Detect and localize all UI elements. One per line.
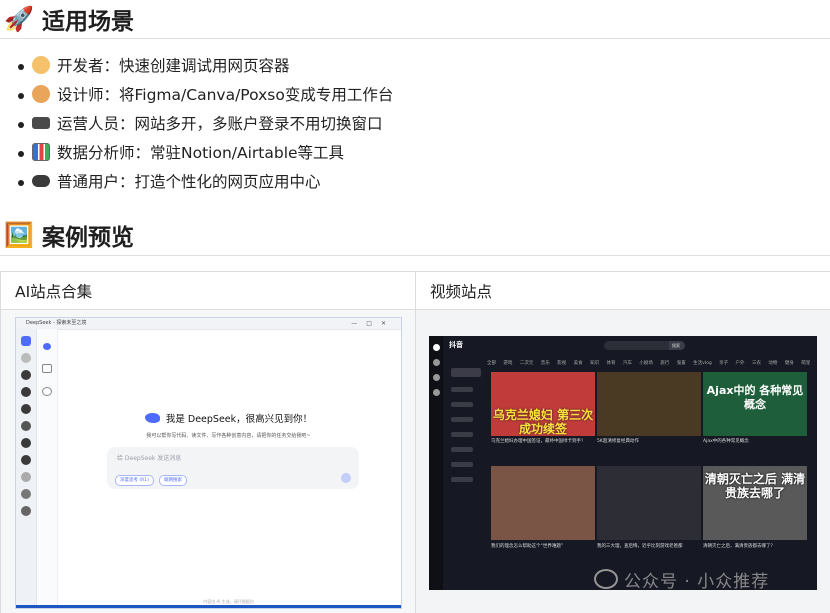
window-titlebar: DeepSeek - 探索未至之境 —□✕ bbox=[16, 318, 401, 330]
list-item: 普通用户：打造个性化的网页应用中心 bbox=[17, 168, 393, 197]
whale-logo-icon bbox=[43, 343, 51, 350]
list-item: 运营人员：网站多开，多账户登录不用切换窗口 bbox=[17, 110, 393, 139]
app-icon bbox=[432, 359, 440, 366]
video-title: 5K超清修复经典动作 bbox=[597, 439, 639, 444]
video-thumbnail bbox=[597, 466, 701, 540]
nav-item bbox=[451, 368, 481, 377]
list-item: 数据分析师：常驻Notion/Airtable等工具 bbox=[17, 139, 393, 168]
nav-item bbox=[451, 402, 473, 407]
video-thumbnail: 乌克兰媳妇 第三次成功续签 bbox=[491, 372, 595, 436]
app-icon bbox=[21, 387, 31, 397]
laptop-icon bbox=[32, 117, 50, 129]
nav-item bbox=[451, 477, 473, 482]
app-name: 抖音 bbox=[449, 341, 463, 349]
new-chat-icon bbox=[42, 387, 52, 396]
greeting-subtitle: 我可以帮你写代码、读文件、写作各种创意内容，请把你的任务交给我吧~ bbox=[146, 433, 311, 439]
window-controls-icon: —□✕ bbox=[351, 320, 395, 327]
app-icon bbox=[21, 455, 31, 465]
section-heading-scenarios: 🚀 适用场景 bbox=[4, 2, 134, 36]
nav-menu bbox=[443, 358, 485, 590]
app-icon bbox=[432, 374, 440, 381]
nav-item bbox=[451, 462, 473, 467]
nav-item bbox=[451, 447, 473, 452]
video-thumbnail bbox=[597, 372, 701, 436]
search-button: 搜索 bbox=[669, 341, 685, 350]
section-heading-preview: 🖼️ 案例预览 bbox=[4, 218, 134, 252]
video-title: 我的三大理，查后悔，近乎比刻游戏老爸都 bbox=[597, 544, 683, 549]
video-thumbnail: Ajax中的 各种常见 概念 bbox=[703, 372, 807, 436]
rocket-icon: 🚀 bbox=[4, 5, 34, 33]
app-sidebar bbox=[16, 329, 37, 608]
app-icon bbox=[21, 336, 31, 346]
section-title: 案例预览 bbox=[42, 225, 134, 251]
table-header-ai: AI站点合集 bbox=[1, 272, 416, 310]
gamepad-icon bbox=[32, 175, 50, 187]
list-item: 设计师：将Figma/Canva/Poxso变成专用工作台 bbox=[17, 81, 393, 110]
video-thumbnail: 清朝灭亡之后 满清贵族去哪了 bbox=[703, 466, 807, 540]
video-title: 清朝灭亡之后，满清贵族都去哪了？ bbox=[703, 544, 775, 549]
video-title: 我们的理念怎么帮助这个“世界难题” bbox=[491, 544, 564, 549]
video-title: Ajax中的各种常见概念 bbox=[703, 439, 749, 444]
app-topbar: 抖音 搜索 bbox=[429, 336, 817, 358]
framed-picture-icon: 🖼️ bbox=[4, 221, 34, 249]
input-placeholder: 给 DeepSeek 发送消息 bbox=[117, 455, 182, 462]
wechat-icon bbox=[594, 569, 618, 589]
app-icon bbox=[21, 370, 31, 380]
app-sidebar bbox=[429, 336, 443, 590]
bar-chart-icon bbox=[32, 143, 50, 161]
panel-icon bbox=[42, 364, 52, 373]
person-face-icon bbox=[32, 56, 50, 74]
nav-item bbox=[451, 387, 473, 392]
app-icon bbox=[21, 506, 31, 516]
table-header-video: 视频站点 bbox=[416, 272, 830, 310]
section-title: 适用场景 bbox=[42, 9, 134, 35]
app-icon bbox=[21, 438, 31, 448]
app-icon bbox=[21, 472, 31, 482]
heading-divider bbox=[0, 255, 830, 256]
douyin-screenshot: 抖音 搜索 全部 游戏 二次元 音乐 影视 美食 知识 体育 汽车 小剧场 旅行… bbox=[429, 336, 817, 590]
send-icon bbox=[341, 473, 351, 483]
category-tabs: 全部 游戏 二次元 音乐 影视 美食 知识 体育 汽车 小剧场 旅行 鬼畜 生活… bbox=[487, 361, 817, 366]
deepseek-screenshot: DeepSeek - 探索未至之境 —□✕ 我是 DeepSeek，很高兴见到你… bbox=[15, 317, 402, 609]
list-item: 开发者：快速创建调试用网页容器 bbox=[17, 52, 393, 81]
app-icon bbox=[432, 389, 440, 396]
wechat-watermark: 公众号 · 小众推荐 bbox=[594, 567, 769, 592]
nav-item bbox=[451, 432, 473, 437]
scenario-list: 开发者：快速创建调试用网页容器 设计师：将Figma/Canva/Poxso变成… bbox=[0, 52, 393, 197]
video-title: 乌克兰媳妇办理中国签证，最终中国绿卡到手！ bbox=[491, 439, 586, 444]
message-input: 给 DeepSeek 发送消息 深度思考 (R1) 联网搜索 bbox=[107, 447, 359, 489]
app-icon bbox=[21, 489, 31, 499]
app-icon bbox=[432, 344, 440, 351]
app-icon bbox=[21, 353, 31, 363]
video-thumbnail bbox=[491, 466, 595, 540]
preview-table: AI站点合集 视频站点 DeepSeek - 探索未至之境 —□✕ 我是 Dee… bbox=[0, 271, 830, 613]
greeting: 我是 DeepSeek，很高兴见到你！ bbox=[16, 411, 401, 425]
nav-item bbox=[451, 417, 473, 422]
taskbar bbox=[16, 605, 401, 608]
deep-think-pill: 深度思考 (R1) bbox=[115, 475, 154, 486]
web-search-pill: 联网搜索 bbox=[159, 475, 187, 486]
whale-logo-icon bbox=[144, 413, 160, 423]
palette-icon bbox=[32, 85, 50, 103]
chat-sidebar bbox=[37, 329, 58, 608]
heading-divider bbox=[0, 38, 830, 39]
